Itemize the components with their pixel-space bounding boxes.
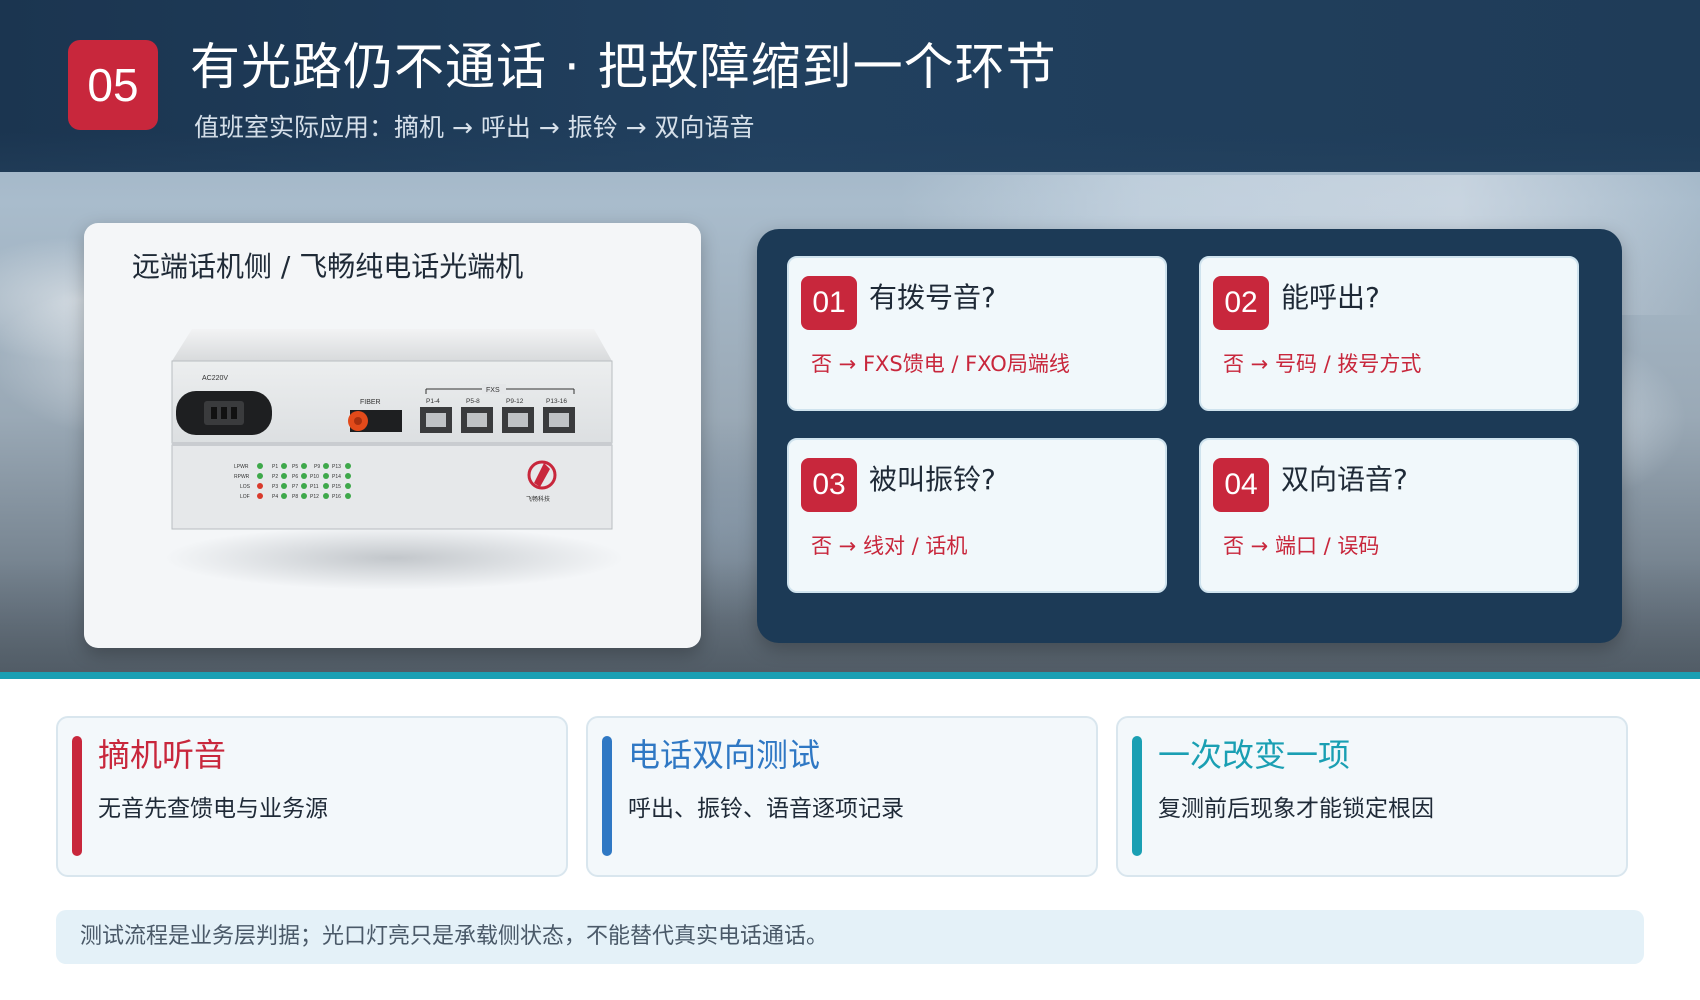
svg-text:P5: P5 (292, 464, 298, 470)
check-card-two-way-voice: 04 双向语音? 否 → 端口 / 误码 (1199, 438, 1579, 593)
svg-text:P8: P8 (292, 494, 298, 500)
tip-title: 电话双向测试 (628, 736, 821, 774)
svg-text:LOF: LOF (240, 494, 250, 500)
tip-accent-bar (602, 736, 612, 856)
svg-text:P13: P13 (332, 464, 341, 470)
svg-text:P16: P16 (332, 494, 341, 500)
port-label-1: P1-4 (426, 398, 440, 405)
device-shadow (164, 526, 624, 590)
footer-note: 测试流程是业务层判据；光口灯亮只是承载侧状态，不能替代真实电话通话。 (56, 910, 1644, 964)
tip-card-one-change: 一次改变一项 复测前后现象才能锁定根因 (1116, 716, 1628, 877)
section-number-badge: 05 (68, 40, 158, 130)
check-answer: 否 → 号码 / 拨号方式 (1223, 352, 1422, 376)
tip-title: 一次改变一项 (1158, 736, 1351, 774)
svg-text:P7: P7 (292, 484, 298, 490)
svg-text:P3: P3 (272, 484, 278, 490)
svg-text:P14: P14 (332, 474, 341, 480)
svg-text:P9: P9 (314, 464, 320, 470)
section-divider (0, 672, 1700, 679)
svg-text:P4: P4 (272, 494, 278, 500)
check-question: 有拨号音? (869, 281, 996, 314)
svg-text:RPWR: RPWR (234, 474, 250, 480)
check-question: 被叫振铃? (869, 463, 996, 496)
fxs-label: FXS (486, 387, 500, 394)
checklist-panel: 01 有拨号音? 否 → FXS馈电 / FXO局端线 02 能呼出? 否 → … (757, 229, 1622, 643)
check-question: 能呼出? (1281, 281, 1380, 314)
svg-text:飞畅科技: 飞畅科技 (526, 495, 550, 503)
check-number: 04 (1213, 458, 1269, 512)
check-answer: 否 → FXS馈电 / FXO局端线 (811, 352, 1070, 376)
svg-text:P15: P15 (332, 484, 341, 490)
page-subtitle: 值班室实际应用：摘机 → 呼出 → 振铃 → 双向语音 (194, 113, 755, 142)
check-number: 01 (801, 276, 857, 330)
port-label-4: P13-16 (546, 398, 567, 405)
device-caption: 远端话机侧 / 飞畅纯电话光端机 (132, 250, 524, 283)
fiber-label: FIBER (360, 399, 381, 406)
tip-body: 无音先查馈电与业务源 (98, 796, 328, 822)
check-number: 02 (1213, 276, 1269, 330)
svg-text:P10: P10 (310, 474, 319, 480)
device-card: 远端话机侧 / 飞畅纯电话光端机 AC220V FIBER FXS P1-4 P… (84, 223, 701, 648)
svg-text:P6: P6 (292, 474, 298, 480)
check-card-ringing: 03 被叫振铃? 否 → 线对 / 话机 (787, 438, 1167, 593)
power-label: AC220V (202, 375, 228, 382)
check-card-dial-tone: 01 有拨号音? 否 → FXS馈电 / FXO局端线 (787, 256, 1167, 411)
svg-text:P2: P2 (272, 474, 278, 480)
tip-body: 呼出、振铃、语音逐项记录 (628, 796, 904, 822)
tip-card-two-way-test: 电话双向测试 呼出、振铃、语音逐项记录 (586, 716, 1098, 877)
svg-text:P1: P1 (272, 464, 278, 470)
check-question: 双向语音? (1281, 463, 1408, 496)
svg-text:P12: P12 (310, 494, 319, 500)
check-number: 03 (801, 458, 857, 512)
svg-text:P11: P11 (310, 484, 319, 490)
port-label-2: P5-8 (466, 398, 480, 405)
tip-body: 复测前后现象才能锁定根因 (1158, 796, 1434, 822)
check-answer: 否 → 线对 / 话机 (811, 534, 968, 558)
tip-title: 摘机听音 (98, 736, 227, 774)
page-title: 有光路仍不通话 · 把故障缩到一个环节 (190, 38, 1057, 96)
svg-text:LOS: LOS (240, 484, 251, 490)
tip-accent-bar (72, 736, 82, 856)
device-top (172, 329, 612, 361)
check-answer: 否 → 端口 / 误码 (1223, 534, 1380, 558)
port-label-3: P9-12 (506, 398, 524, 405)
header-bar: 05 有光路仍不通话 · 把故障缩到一个环节 值班室实际应用：摘机 → 呼出 →… (0, 0, 1700, 172)
optical-terminal-device-image: AC220V FIBER FXS P1-4 P5-8 P9-12 P13-16 … (164, 329, 624, 590)
check-card-call-out: 02 能呼出? 否 → 号码 / 拨号方式 (1199, 256, 1579, 411)
footer-note-text: 测试流程是业务层判据；光口灯亮只是承载侧状态，不能替代真实电话通话。 (80, 924, 829, 949)
svg-text:LPWR: LPWR (234, 464, 249, 470)
tip-accent-bar (1132, 736, 1142, 856)
tip-card-offhook: 摘机听音 无音先查馈电与业务源 (56, 716, 568, 877)
